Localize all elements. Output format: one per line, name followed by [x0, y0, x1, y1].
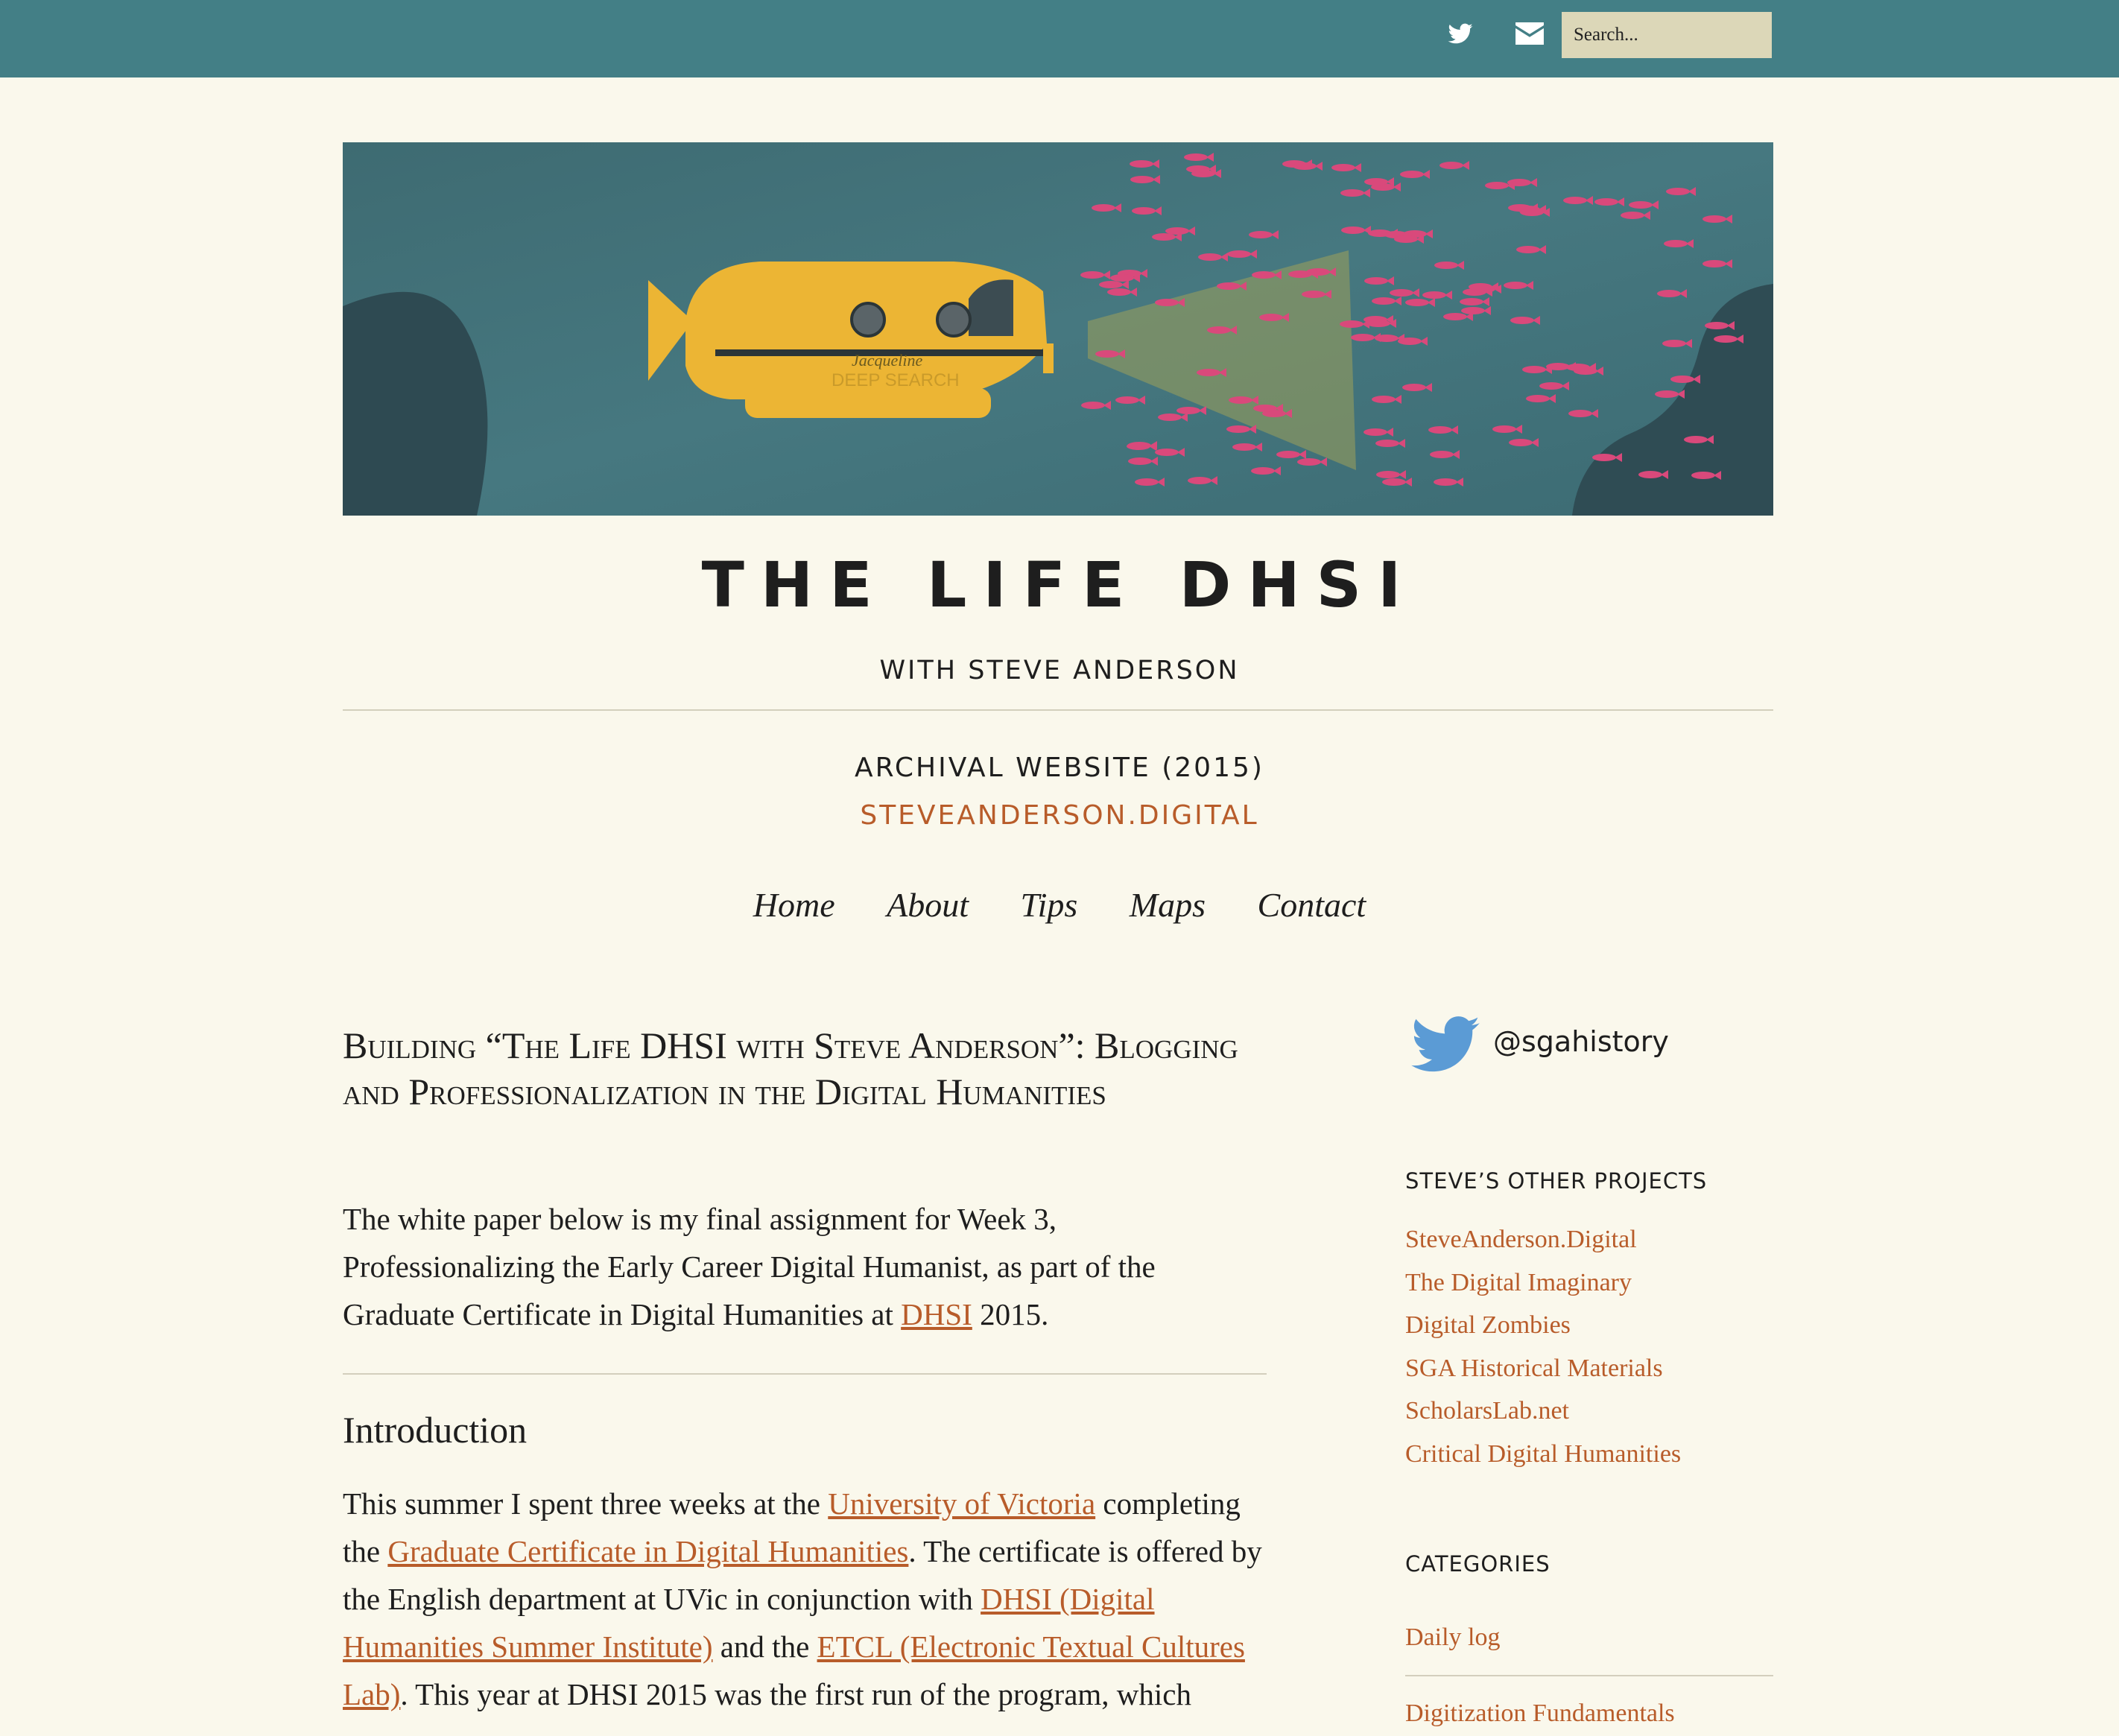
- section-heading-introduction: Introduction: [343, 1409, 528, 1451]
- list-item: Daily log: [1405, 1615, 1773, 1676]
- twitter-bird-icon[interactable]: [1408, 1015, 1483, 1077]
- post-body-paragraph: This summer I spent three weeks at the U…: [343, 1486, 1262, 1711]
- project-link[interactable]: ScholarsLab.net: [1405, 1397, 1569, 1425]
- envelope-icon[interactable]: [1515, 22, 1544, 45]
- twitter-icon[interactable]: [1445, 21, 1475, 48]
- project-link[interactable]: SGA Historical Materials: [1405, 1355, 1663, 1382]
- main-nav: Home About Tips Maps Contact: [0, 885, 2119, 925]
- top-bar: [0, 0, 2119, 77]
- archival-site-link[interactable]: STEVEANDERSON.DIGITAL: [0, 800, 2119, 831]
- svg-text:DEEP SEARCH: DEEP SEARCH: [832, 370, 960, 390]
- category-link[interactable]: Daily log: [1405, 1623, 1500, 1651]
- list-item: SteveAnderson.Digital: [1405, 1218, 1681, 1261]
- post-title[interactable]: Building “The Life DHSI with Steve Ander…: [343, 1022, 1282, 1115]
- header-divider: [343, 709, 1773, 711]
- twitter-handle-link[interactable]: @sgahistory: [1493, 1025, 1669, 1058]
- list-item: Digitization Fundamentals: [1405, 1691, 1773, 1736]
- nav-tips[interactable]: Tips: [1021, 886, 1078, 924]
- site-subtitle: WITH STEVE ANDERSON: [879, 656, 1240, 685]
- list-item: The Digital Imaginary: [1405, 1261, 1681, 1305]
- categories-heading: CATEGORIES: [1405, 1551, 1551, 1577]
- site-title[interactable]: THE LIFE DHSI: [0, 548, 2119, 621]
- certificate-link[interactable]: Graduate Certificate in Digital Humaniti…: [387, 1534, 908, 1568]
- projects-heading: STEVE’S OTHER PROJECTS: [1405, 1168, 1708, 1194]
- svg-text:Jacqueline: Jacqueline: [852, 351, 923, 370]
- project-link[interactable]: The Digital Imaginary: [1405, 1269, 1632, 1296]
- archival-note: ARCHIVAL WEBSITE (2015): [855, 753, 1264, 783]
- nav-about[interactable]: About: [887, 886, 969, 924]
- search-input[interactable]: [1562, 12, 1772, 58]
- post-intro-paragraph: The white paper below is my final assign…: [343, 1202, 1156, 1331]
- list-item: Critical Digital Humanities: [1405, 1433, 1681, 1476]
- post-divider: [343, 1373, 1267, 1375]
- header-banner-image: Jacqueline DEEP SEARCH: [343, 142, 1773, 516]
- uvic-link[interactable]: University of Victoria: [828, 1486, 1095, 1521]
- categories-list: Daily log Digitization Fundamentals: [1405, 1615, 1773, 1736]
- project-link[interactable]: SteveAnderson.Digital: [1405, 1226, 1637, 1253]
- list-item: ScholarsLab.net: [1405, 1390, 1681, 1433]
- dhsi-link[interactable]: DHSI: [901, 1297, 972, 1331]
- nav-contact[interactable]: Contact: [1258, 886, 1366, 924]
- nav-maps[interactable]: Maps: [1130, 886, 1206, 924]
- project-link[interactable]: Critical Digital Humanities: [1405, 1440, 1681, 1468]
- projects-list: SteveAnderson.Digital The Digital Imagin…: [1405, 1218, 1681, 1475]
- category-link[interactable]: Digitization Fundamentals: [1405, 1699, 1675, 1727]
- project-link[interactable]: Digital Zombies: [1405, 1311, 1571, 1339]
- list-item: SGA Historical Materials: [1405, 1347, 1681, 1390]
- nav-home[interactable]: Home: [753, 886, 835, 924]
- list-item: Digital Zombies: [1405, 1304, 1681, 1347]
